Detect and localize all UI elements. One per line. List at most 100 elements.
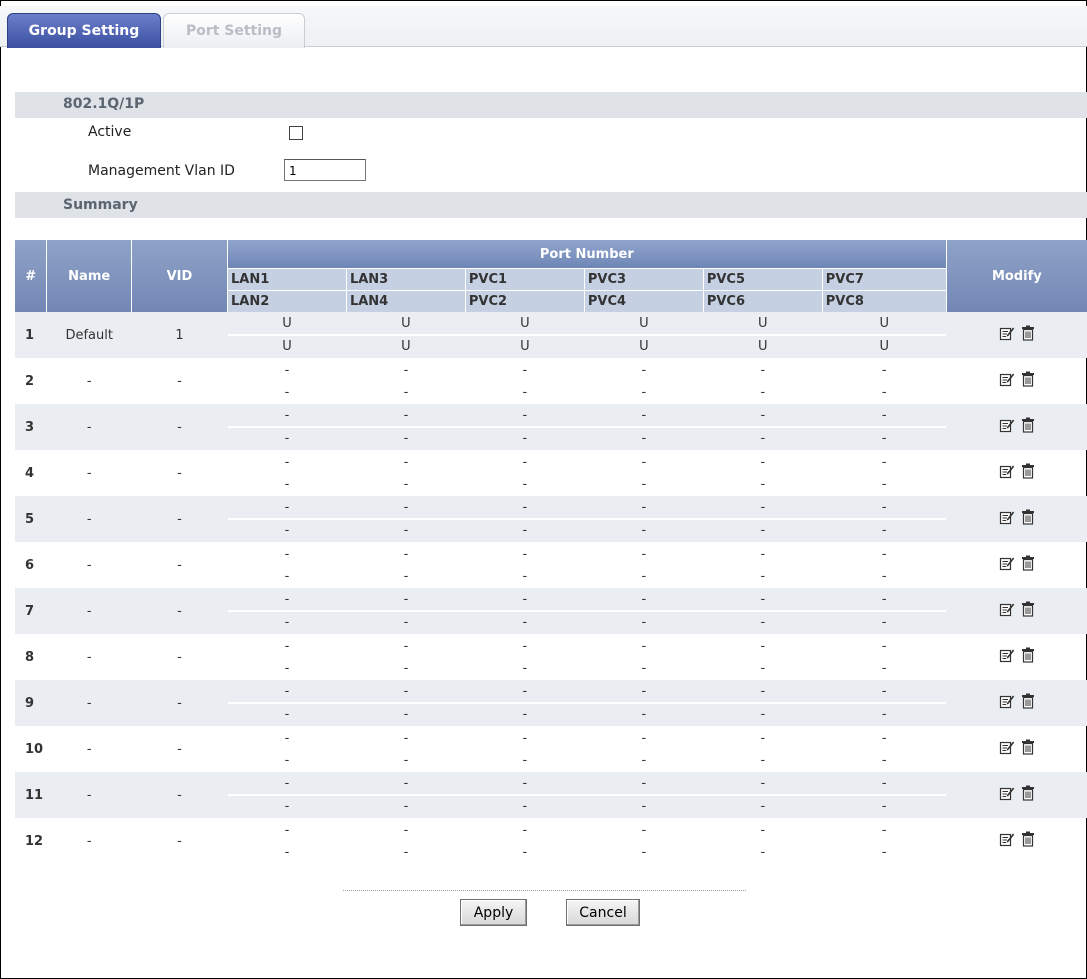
edit-icon[interactable]: [999, 371, 1015, 391]
header-num: #: [15, 240, 48, 312]
port-cell: --: [346, 542, 466, 588]
edit-icon[interactable]: [999, 325, 1015, 345]
edit-icon[interactable]: [999, 417, 1015, 437]
port-status-bottom: -: [760, 476, 766, 492]
port-status-top: -: [822, 452, 947, 474]
tab-group-setting[interactable]: Group Setting: [7, 13, 161, 48]
row-name: -: [46, 680, 132, 726]
trash-icon[interactable]: [1021, 325, 1035, 345]
table-row: 11- - - - - - - - - - - - - -: [15, 772, 1087, 818]
header-name: Name: [46, 240, 132, 312]
active-checkbox[interactable]: [289, 126, 303, 140]
edit-icon[interactable]: [999, 555, 1015, 575]
edit-icon[interactable]: [999, 509, 1015, 529]
edit-icon[interactable]: [999, 785, 1015, 805]
port-status-top: -: [346, 452, 466, 474]
row-name: -: [46, 588, 132, 634]
port-status-top: -: [822, 773, 947, 796]
port-status-top: -: [822, 497, 947, 520]
port-status-bottom: -: [403, 707, 409, 722]
port-status-top: -: [227, 544, 347, 566]
port-cell: --: [584, 726, 704, 772]
port-header-bottom: LAN4: [346, 290, 466, 312]
modify-cell: [946, 726, 1087, 772]
port-status-top: U: [465, 313, 585, 336]
port-status-bottom: -: [522, 752, 528, 768]
trash-icon[interactable]: [1021, 417, 1035, 437]
port-cell: --: [584, 404, 704, 450]
port-status-top: -: [465, 681, 585, 704]
row-number: 6: [25, 557, 35, 573]
cancel-button[interactable]: Cancel: [566, 899, 640, 926]
port-status-bottom: -: [403, 615, 409, 630]
port-cell: --: [703, 680, 823, 726]
port-status-bottom: -: [760, 523, 766, 538]
port-status-top: -: [703, 405, 823, 428]
trash-icon[interactable]: [1021, 693, 1035, 713]
header-vid: VID: [131, 240, 229, 312]
port-cell: --: [822, 358, 947, 404]
port-header-top: PVC7: [822, 268, 947, 291]
port-status-top: -: [584, 497, 704, 520]
port-status-top: -: [227, 497, 347, 520]
port-status-bottom: -: [760, 660, 766, 676]
trash-icon[interactable]: [1021, 739, 1035, 759]
row-number: 12: [25, 833, 44, 849]
port-status-bottom: -: [641, 568, 647, 584]
trash-icon[interactable]: [1021, 509, 1035, 529]
port-status-top: -: [227, 728, 347, 750]
port-status-bottom: -: [641, 660, 647, 676]
port-status-top: -: [822, 681, 947, 704]
port-status-bottom: -: [284, 799, 290, 814]
modify-cell: [946, 358, 1087, 404]
edit-icon[interactable]: [999, 831, 1015, 851]
port-header-bottom: PVC6: [703, 290, 823, 312]
port-status-bottom: -: [522, 799, 528, 814]
port-cell: --: [822, 680, 947, 726]
table-row: 4--------------: [15, 450, 1087, 496]
row-vid: -: [177, 833, 182, 849]
modify-cell: [946, 404, 1087, 450]
tab-port-setting[interactable]: Port Setting: [163, 13, 305, 48]
port-status-bottom: -: [641, 707, 647, 722]
port-cell: --: [584, 542, 704, 588]
port-status-bottom: -: [284, 431, 290, 446]
trash-icon[interactable]: [1021, 463, 1035, 483]
port-cell: --: [227, 772, 347, 818]
port-status-top: -: [584, 773, 704, 796]
port-status-bottom: -: [881, 799, 887, 814]
mgmt-vlan-input[interactable]: 1: [284, 159, 366, 181]
port-status-top: -: [584, 681, 704, 704]
modify-cell: [946, 542, 1087, 588]
port-cell: --: [346, 726, 466, 772]
mgmt-vlan-label: Management Vlan ID: [88, 163, 235, 179]
trash-icon[interactable]: [1021, 555, 1035, 575]
port-cell: --: [227, 404, 347, 450]
apply-button[interactable]: Apply: [460, 899, 527, 926]
port-status-top: -: [465, 360, 585, 382]
table-row: 5--------------: [15, 496, 1087, 542]
port-status-bottom: -: [403, 799, 409, 814]
edit-icon[interactable]: [999, 601, 1015, 621]
port-status-bottom: -: [522, 615, 528, 630]
edit-icon[interactable]: [999, 647, 1015, 667]
port-status-top: -: [465, 589, 585, 612]
summary-table: # Name VID Port Number Modify LAN1 LAN3 PV…: [15, 240, 1087, 864]
edit-icon[interactable]: [999, 463, 1015, 483]
row-name: -: [46, 496, 132, 542]
edit-icon[interactable]: [999, 739, 1015, 759]
row-number: 11: [15, 772, 47, 818]
edit-icon[interactable]: [999, 693, 1015, 713]
port-status-bottom: U: [639, 339, 649, 354]
port-status-top: -: [465, 773, 585, 796]
port-status-top: U: [822, 313, 947, 336]
trash-icon[interactable]: [1021, 785, 1035, 805]
port-header-bottom: PVC8: [822, 290, 947, 312]
port-status-top: -: [703, 681, 823, 704]
port-status-bottom: -: [641, 476, 647, 492]
trash-icon[interactable]: [1021, 371, 1035, 391]
port-cell: --: [703, 496, 823, 542]
trash-icon[interactable]: [1021, 647, 1035, 667]
trash-icon[interactable]: [1021, 601, 1035, 621]
trash-icon[interactable]: [1021, 831, 1035, 851]
